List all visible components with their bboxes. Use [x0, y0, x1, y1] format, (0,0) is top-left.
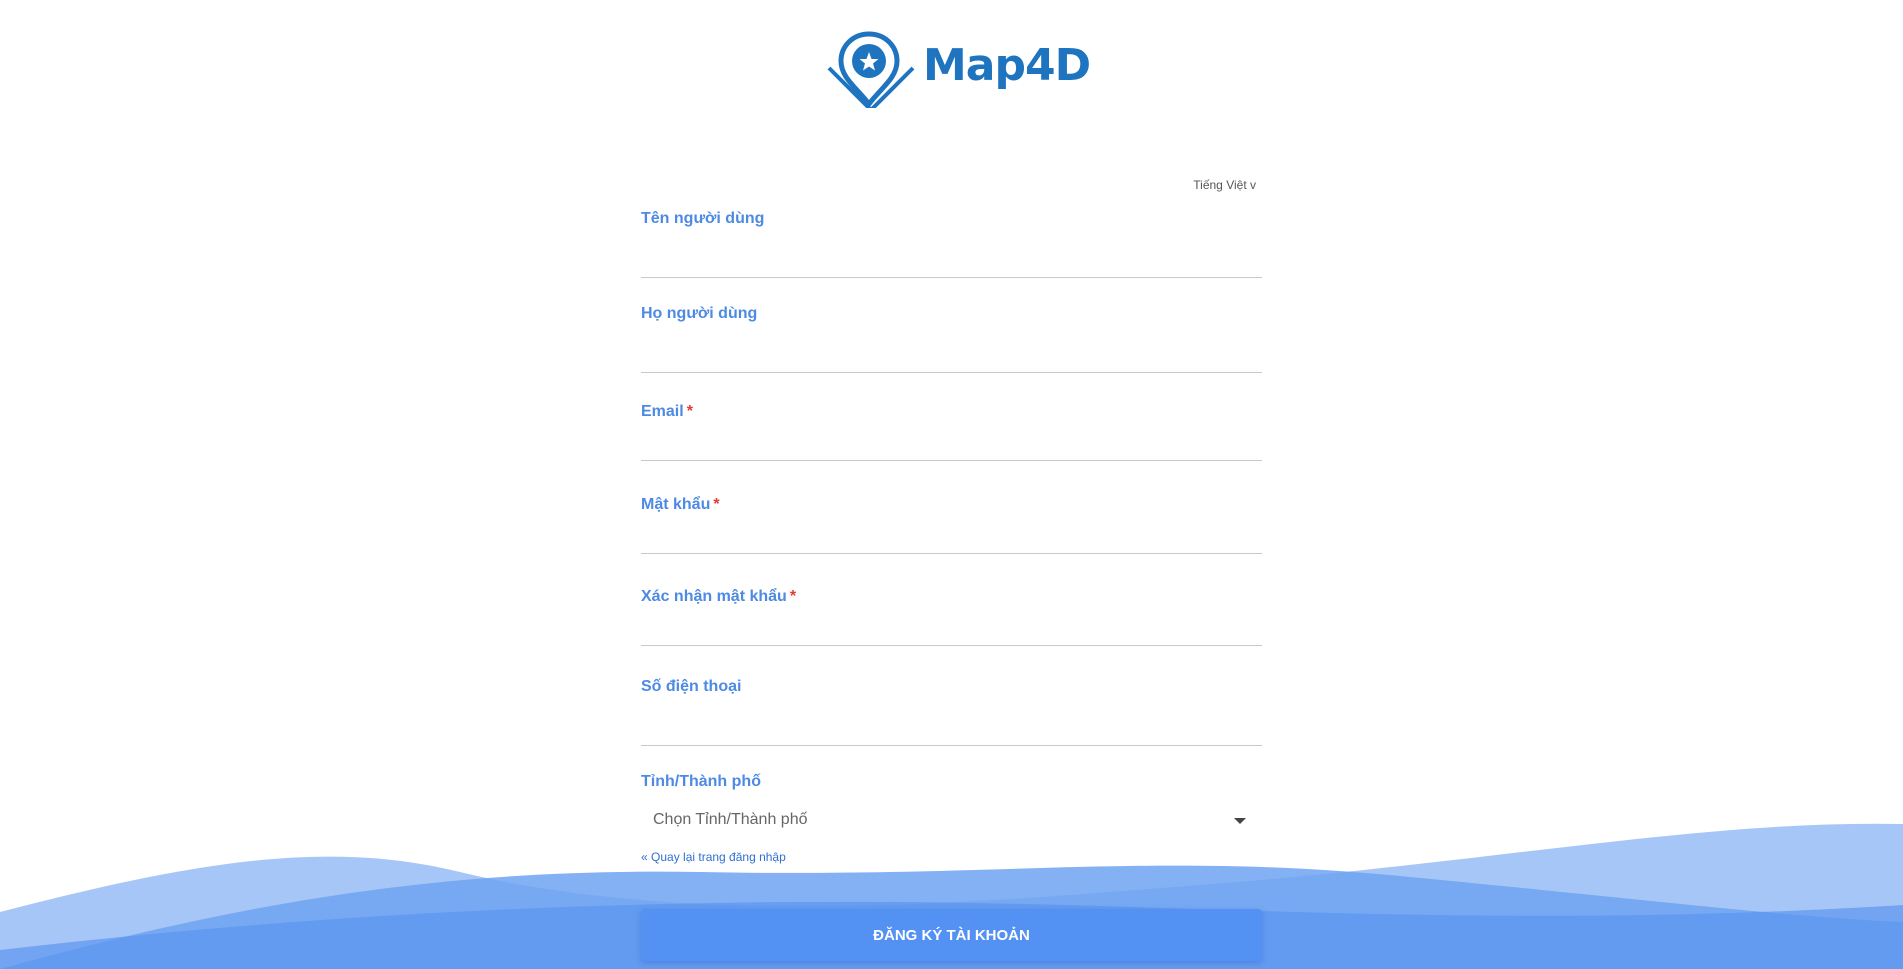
required-mark: *	[713, 496, 720, 513]
confirm-password-field: Xác nhận mật khẩu *	[641, 588, 1262, 646]
last-name-input[interactable]	[641, 339, 1262, 373]
password-input[interactable]	[641, 520, 1262, 554]
province-field: Tỉnh/Thành phố Chọn Tỉnh/Thành phố	[641, 773, 1262, 835]
language-selector[interactable]: Tiếng Việt v	[1193, 178, 1256, 192]
first-name-label: Tên người dùng	[641, 210, 765, 227]
email-field: Email *	[641, 403, 1262, 461]
required-mark: *	[789, 588, 797, 605]
first-name-input[interactable]	[641, 244, 1262, 278]
caret-down-icon	[1234, 818, 1246, 824]
register-page: Map4D Tiếng Việt v Tên người dùng Họ ngư…	[0, 0, 1903, 969]
map4d-logo: Map4D	[825, 28, 1091, 108]
confirm-password-input[interactable]	[641, 612, 1262, 646]
confirm-password-label-text: Xác nhận mật khẩu	[641, 588, 787, 605]
phone-field: Số điện thoại	[641, 678, 1262, 746]
email-label-text: Email	[641, 403, 684, 420]
email-label: Email *	[641, 403, 1262, 421]
back-to-login-link[interactable]: « Quay lại trang đăng nhập	[641, 850, 786, 864]
language-label: Tiếng Việt	[1193, 178, 1247, 192]
first-name-field: Tên người dùng	[641, 210, 1262, 278]
chevron-down-icon: v	[1250, 178, 1256, 192]
province-select-value: Chọn Tỉnh/Thành phố	[653, 811, 808, 828]
province-label: Tỉnh/Thành phố	[641, 773, 761, 790]
logo-wordmark: Map4D	[923, 39, 1091, 91]
province-select[interactable]: Chọn Tỉnh/Thành phố	[641, 805, 1262, 835]
password-label-text: Mật khẩu	[641, 496, 711, 513]
last-name-field: Họ người dùng	[641, 305, 1262, 373]
map-pin-logo-icon	[827, 31, 915, 108]
required-mark: *	[686, 403, 693, 420]
register-button[interactable]: ĐĂNG KÝ TÀI KHOẢN	[641, 909, 1262, 961]
password-field: Mật khẩu *	[641, 496, 1262, 554]
last-name-label: Họ người dùng	[641, 305, 758, 322]
phone-label: Số điện thoại	[641, 678, 742, 695]
email-input[interactable]	[641, 427, 1262, 461]
confirm-password-label: Xác nhận mật khẩu *	[641, 588, 1262, 606]
phone-input[interactable]	[641, 712, 1262, 746]
password-label: Mật khẩu *	[641, 496, 1262, 514]
